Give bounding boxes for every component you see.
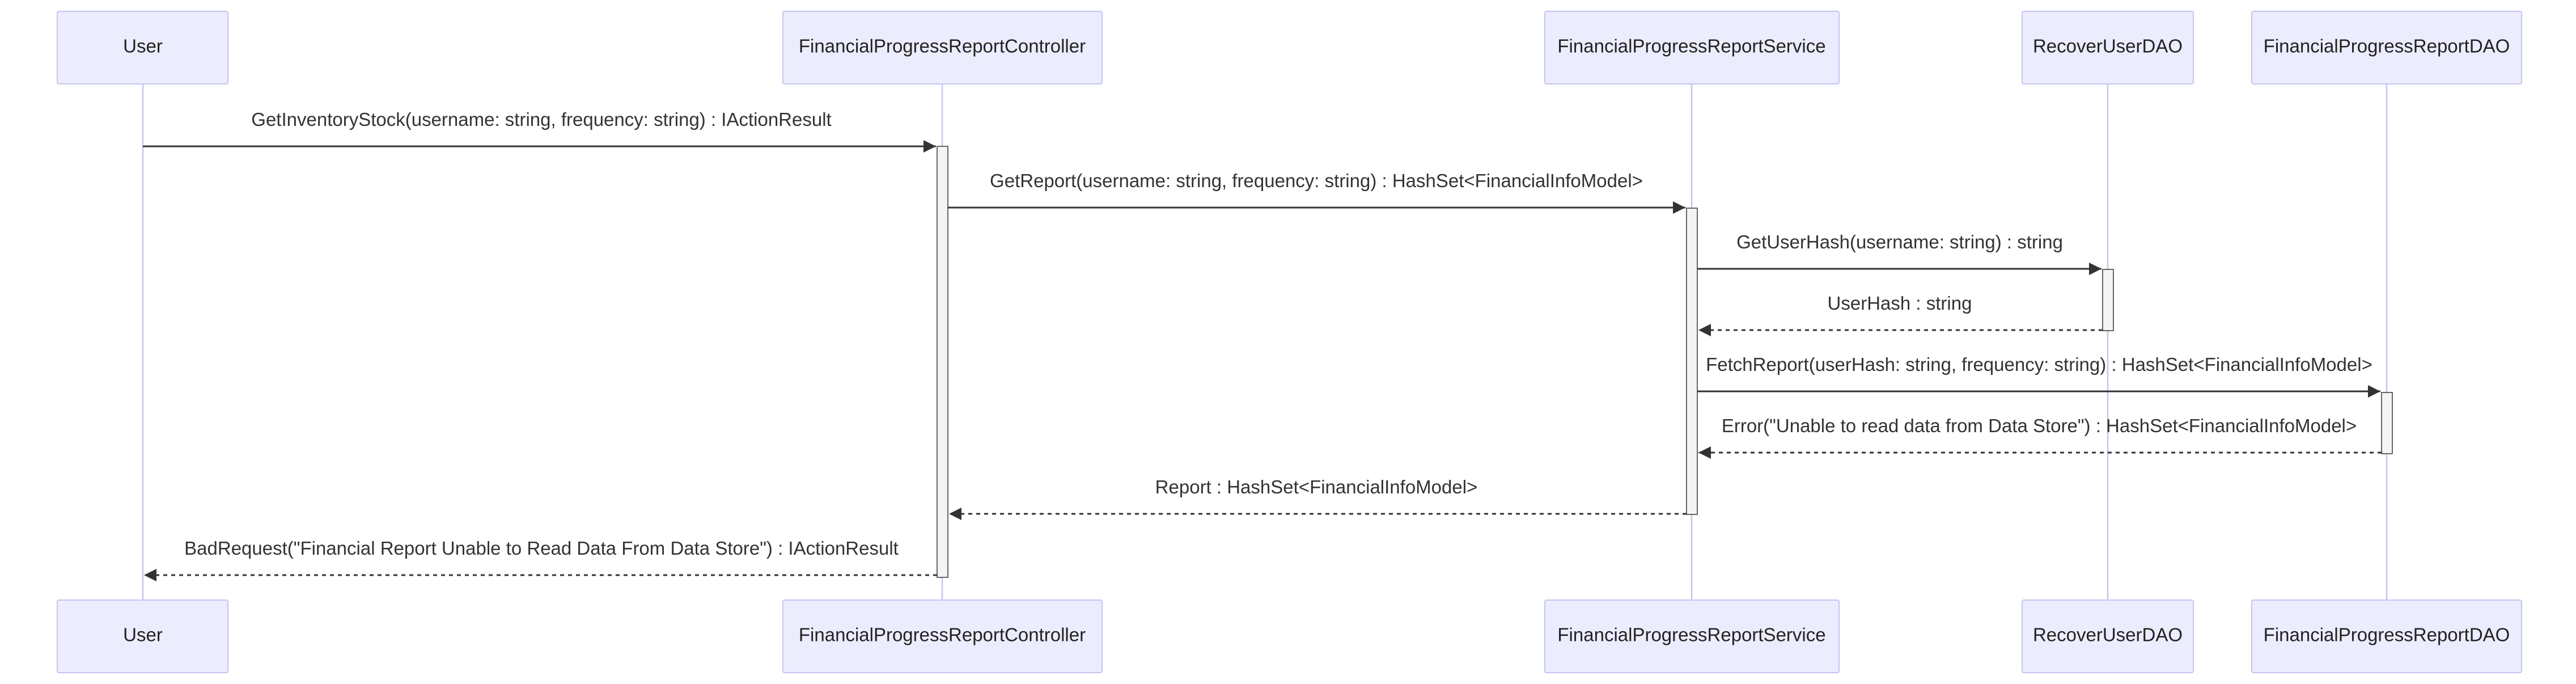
message-label: GetInventoryStock(username: string, freq… <box>251 109 831 130</box>
actors-bottom: User FinancialProgressReportController F… <box>57 599 2522 673</box>
activation-recoverdao <box>2102 269 2114 331</box>
message-label: Error("Unable to read data from Data Sto… <box>1722 415 2357 436</box>
actor-user-top: User <box>57 11 228 85</box>
actor-controller-bottom: FinancialProgressReportController <box>782 599 1103 673</box>
actor-user-bottom: User <box>57 599 228 673</box>
message-label: Report : HashSet<FinancialInfoModel> <box>1155 476 1478 497</box>
actor-label: FinancialProgressReportController <box>799 36 1086 57</box>
actor-label: User <box>123 624 163 645</box>
actor-controller-top: FinancialProgressReportController <box>782 11 1103 85</box>
message-label: GetReport(username: string, frequency: s… <box>990 170 1643 191</box>
message-bad-request-return: BadRequest("Financial Report Unable to R… <box>144 538 937 581</box>
actor-label: FinancialProgressReportDAO <box>2264 624 2510 645</box>
activation-service <box>1686 208 1698 515</box>
actors-top: User FinancialProgressReportController F… <box>57 11 2522 85</box>
actor-label: RecoverUserDAO <box>2033 624 2183 645</box>
actor-label: FinancialProgressReportDAO <box>2264 36 2510 57</box>
message-get-user-hash: GetUserHash(username: string) : string <box>1697 231 2102 275</box>
actor-label: FinancialProgressReportService <box>1557 624 1825 645</box>
actor-service-top: FinancialProgressReportService <box>1544 11 1840 85</box>
message-get-report: GetReport(username: string, frequency: s… <box>948 170 1685 214</box>
activation-controller <box>937 146 948 578</box>
message-label: FetchReport(userHash: string, frequency:… <box>1706 354 2372 375</box>
sequence-diagram: User FinancialProgressReportController F… <box>57 11 2522 673</box>
actor-service-bottom: FinancialProgressReportService <box>1544 599 1840 673</box>
message-label: UserHash : string <box>1828 293 1972 314</box>
message-label: BadRequest("Financial Report Unable to R… <box>184 538 899 559</box>
lifelines <box>142 84 2388 600</box>
message-error-return: Error("Unable to read data from Data Sto… <box>1698 415 2382 459</box>
actor-recoverdao-bottom: RecoverUserDAO <box>2022 599 2194 673</box>
actor-label: User <box>123 36 163 57</box>
message-label: GetUserHash(username: string) : string <box>1736 231 2063 252</box>
actor-label: FinancialProgressReportController <box>799 624 1086 645</box>
actor-reportdao-top: FinancialProgressReportDAO <box>2251 11 2522 85</box>
actor-label: RecoverUserDAO <box>2033 36 2183 57</box>
message-get-inventory-stock: GetInventoryStock(username: string, freq… <box>143 109 936 153</box>
actor-recoverdao-top: RecoverUserDAO <box>2022 11 2194 85</box>
message-report-return: Report : HashSet<FinancialInfoModel> <box>949 476 1687 520</box>
message-user-hash-return: UserHash : string <box>1698 293 2103 336</box>
actor-reportdao-bottom: FinancialProgressReportDAO <box>2251 599 2522 673</box>
messages: GetInventoryStock(username: string, freq… <box>143 109 2382 581</box>
message-fetch-report: FetchReport(userHash: string, frequency:… <box>1697 354 2380 398</box>
activation-reportdao <box>2381 392 2393 454</box>
actor-label: FinancialProgressReportService <box>1557 36 1825 57</box>
